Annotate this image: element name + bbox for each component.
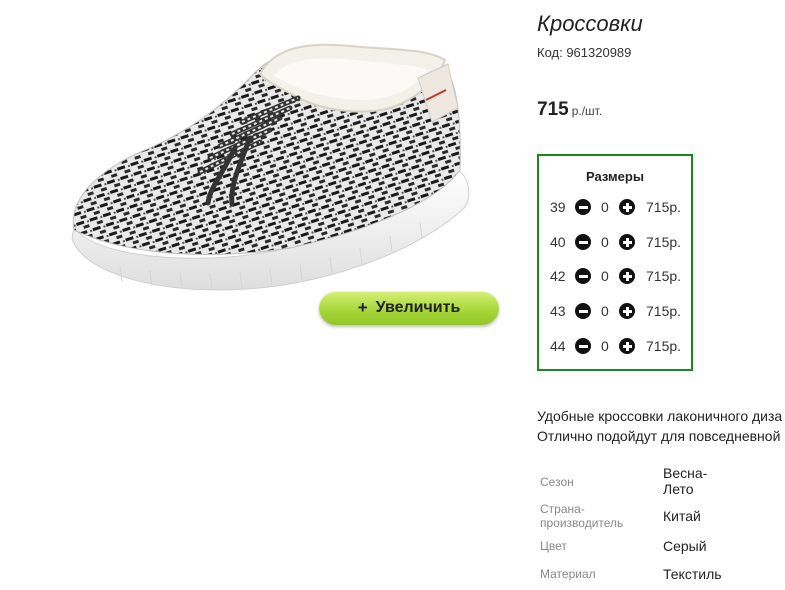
quantity-value: 0	[601, 268, 609, 284]
price-unit: р./шт.	[571, 104, 603, 118]
attr-value-material: Текстиль	[663, 566, 722, 582]
size-price: 715р.	[646, 338, 682, 354]
size-price: 715р.	[646, 268, 682, 284]
plus-icon[interactable]	[619, 268, 635, 284]
description-line: Отлично подойдут для повседневной	[537, 428, 781, 444]
product-price: 715 р./шт.	[537, 99, 602, 121]
minus-icon[interactable]	[575, 338, 591, 354]
zoom-button-label: Увеличить	[375, 299, 461, 316]
plus-icon[interactable]	[619, 303, 635, 319]
attr-value-color: Серый	[663, 538, 707, 554]
minus-icon[interactable]	[575, 268, 591, 284]
size-value: 40	[550, 234, 566, 250]
sizes-title: Размеры	[586, 169, 644, 184]
quantity-value: 0	[601, 199, 609, 215]
price-amount: 715	[537, 99, 569, 120]
product-code: Код: 961320989	[537, 45, 632, 60]
description-line: Удобные кроссовки лаконичного диза	[537, 408, 783, 424]
attr-label-country: Страна- производитель	[540, 502, 623, 530]
size-value: 44	[550, 338, 566, 354]
size-value: 39	[550, 199, 566, 215]
size-value: 42	[550, 268, 566, 284]
attr-value-season-line: Весна-	[663, 465, 708, 481]
sneaker-image	[71, 43, 470, 291]
attr-label-country-line: производитель	[540, 516, 624, 530]
minus-icon[interactable]	[575, 234, 591, 250]
minus-icon[interactable]	[575, 303, 591, 319]
product-description: Удобные кроссовки лаконичного диза Отлич…	[537, 406, 785, 446]
quantity-value: 0	[601, 303, 609, 319]
plus-icon[interactable]	[619, 338, 635, 354]
attr-label-material: Материал	[540, 567, 596, 581]
zoom-button[interactable]: + Увеличить	[319, 291, 499, 325]
plus-icon[interactable]	[619, 234, 635, 250]
size-price: 715р.	[646, 303, 682, 319]
size-price: 715р.	[646, 234, 682, 250]
quantity-value: 0	[601, 234, 609, 250]
attr-value-country: Китай	[663, 508, 701, 524]
minus-icon[interactable]	[575, 199, 591, 215]
plus-icon: +	[357, 298, 368, 317]
attr-label-season: Сезон	[540, 475, 574, 489]
attr-value-season: Весна- Лето	[663, 465, 707, 497]
product-image[interactable]	[60, 38, 480, 298]
quantity-value: 0	[601, 338, 609, 354]
product-title: Кроссовки	[537, 11, 643, 36]
size-price: 715р.	[646, 199, 682, 215]
size-value: 43	[550, 303, 566, 319]
attr-label-color: Цвет	[540, 539, 567, 553]
attr-value-season-line: Лето	[663, 481, 694, 497]
sizes-panel: Размеры 39 0 715р. 40 0 715р. 42 0 715р.…	[537, 154, 693, 371]
plus-icon[interactable]	[619, 199, 635, 215]
attr-label-country-line: Страна-	[540, 502, 585, 516]
